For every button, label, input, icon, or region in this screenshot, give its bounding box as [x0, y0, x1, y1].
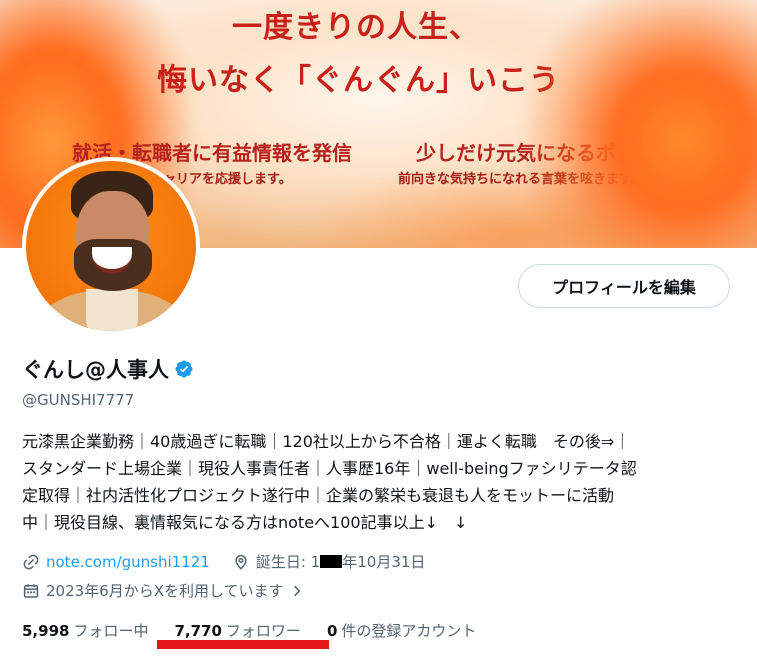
birthday-prefix: 誕生日: 1 [255, 553, 321, 571]
birthday: 誕生日: 1 年10月31日 [232, 551, 426, 572]
profile-bio: 元漆黒企業勤務｜40歳過ぎに転職｜120社以上から不合格｜運よく転職 その後⇒｜… [22, 428, 737, 536]
location-pin-icon [235, 554, 247, 570]
joined-date: 2023年6月からXを利用しています [46, 582, 284, 600]
banner-headline-line2: 悔いなく「ぐんぐん」いこう [157, 63, 560, 98]
profile-meta-row: note.com/gunshi1121 誕生日: 1 年10月31日 [22, 551, 425, 572]
edit-profile-button[interactable]: プロフィールを編集 [518, 264, 730, 308]
verified-badge-icon[interactable] [174, 359, 194, 379]
chevron-right-icon [293, 585, 300, 596]
bio-line: 定取得｜社内活性化プロジェクト遂行中｜企業の繁栄も衰退も人をモットーに活動 [22, 486, 615, 505]
link-icon [23, 554, 39, 569]
bio-line: 中｜現役目線、裏情報気になる方はnoteへ100記事以上↓ ↓ [22, 513, 468, 532]
following-count: 5,998 [22, 622, 70, 640]
banner-right-description: 前向きな気持ちになれる言葉を呟きます。 [398, 172, 644, 187]
bio-line: スタンダード上場企業｜現役人事責任者｜人事歴16年｜well-beingファシリ… [22, 459, 637, 478]
name-row: ぐんし@人事人 [22, 354, 194, 384]
profile-stats: 5,998 フォロー中 7,770 フォロワー 0 件の登録アカウント [22, 620, 476, 641]
subscribed-count: 0 [326, 622, 338, 640]
followers-label: フォロワー [225, 622, 301, 640]
banner-right-title: 少しだけ元気になるポスト [416, 141, 656, 165]
following-label: フォロー中 [73, 622, 149, 640]
avatar-shirt [86, 289, 138, 331]
followers-highlight-underline [157, 640, 329, 649]
following-stat[interactable]: 5,998 フォロー中 [22, 620, 148, 641]
followers-stat[interactable]: 7,770 フォロワー [174, 620, 300, 641]
avatar[interactable] [26, 161, 196, 331]
followers-count: 7,770 [174, 622, 222, 640]
profile-link[interactable]: note.com/gunshi1121 [46, 553, 210, 571]
display-name: ぐんし@人事人 [22, 358, 169, 382]
user-handle: @GUNSHI7777 [22, 391, 135, 409]
joined-row[interactable]: 2023年6月からXを利用しています [22, 580, 304, 601]
bio-line: 元漆黒企業勤務｜40歳過ぎに転職｜120社以上から不合格｜運よく転職 その後⇒｜ [22, 432, 631, 451]
calendar-icon [23, 583, 39, 598]
subscribed-label: 件の登録アカウント [341, 622, 477, 640]
subscribed-accounts-stat[interactable]: 0 件の登録アカウント [327, 620, 476, 641]
birthday-suffix: 年10月31日 [342, 553, 426, 571]
banner-headline-line1: 一度きりの人生、 [232, 10, 480, 45]
redaction-bar [320, 555, 343, 568]
